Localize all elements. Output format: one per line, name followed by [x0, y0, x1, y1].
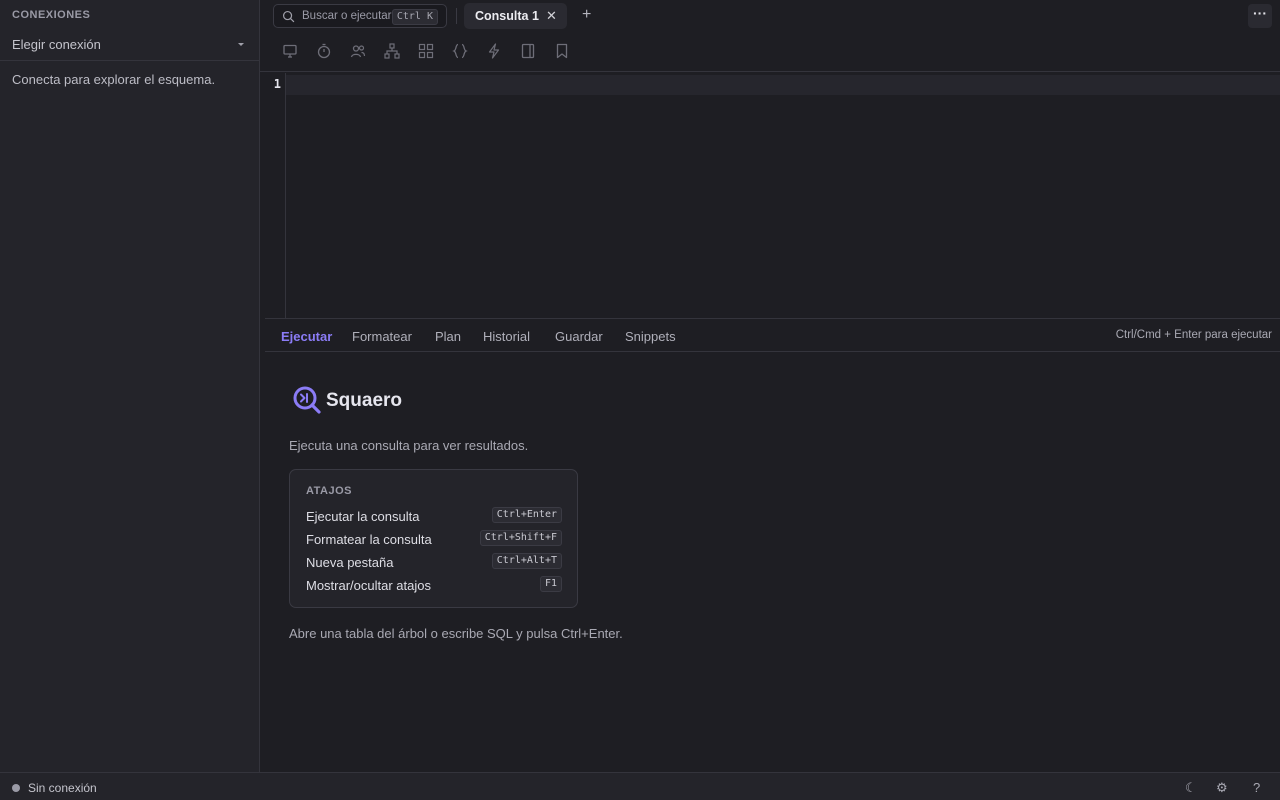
line-number: 1 — [273, 77, 281, 91]
run-hint: Ctrl/Cmd + Enter para ejecutar — [1115, 329, 1272, 341]
bookmark-icon[interactable] — [553, 42, 571, 60]
users-icon[interactable] — [349, 42, 367, 60]
shortcuts-card: ATAJOS Ejecutar la consulta Ctrl+Enter F… — [289, 469, 578, 608]
gear-icon[interactable]: ⚙ — [1216, 780, 1228, 796]
add-tab-button[interactable]: + — [582, 5, 591, 25]
results-footer-message: Abre una tabla del árbol o escribe SQL y… — [289, 626, 623, 641]
line-gutter: 1 — [265, 73, 286, 319]
shortcut-keys: F1 — [539, 576, 562, 592]
sql-editor[interactable]: 1 — [265, 73, 1280, 319]
tab-formatear[interactable]: Formatear — [352, 329, 412, 344]
logo-icon — [293, 386, 321, 414]
sidebar: CONEXIONES Elegir conexión Conecta para … — [0, 0, 260, 772]
braces-icon[interactable] — [451, 42, 469, 60]
tab-snippets[interactable]: Snippets — [625, 329, 676, 344]
hierarchy-icon[interactable] — [383, 42, 401, 60]
shortcut-row: Mostrar/ocultar atajos F1 — [306, 576, 562, 594]
shortcut-label: Mostrar/ocultar atajos — [306, 578, 431, 593]
search-placeholder: Buscar o ejecutar — [302, 10, 392, 22]
tab-divider — [456, 8, 457, 24]
help-icon[interactable]: ? — [1253, 780, 1260, 795]
timer-icon[interactable] — [315, 42, 333, 60]
app: CONEXIONES Elegir conexión Conecta para … — [0, 0, 1280, 800]
connection-select-label: Elegir conexión — [12, 37, 101, 52]
results-empty-message: Ejecuta una consulta para ver resultados… — [289, 438, 529, 453]
shortcut-row: Ejecutar la consulta Ctrl+Enter — [306, 507, 562, 525]
results-tabbar: Ejecutar Formatear Plan Historial Guarda… — [265, 319, 1280, 352]
search-shortcut: Ctrl K — [391, 9, 438, 25]
shortcut-label: Formatear la consulta — [306, 532, 432, 547]
brand-name: Squaero — [326, 390, 403, 411]
tab-consulta-1[interactable]: Consulta 1 ✕ — [464, 3, 567, 29]
topbar: Buscar o ejecutar Ctrl K Consulta 1 ✕ + … — [260, 0, 1280, 32]
moon-icon[interactable]: ☾ — [1185, 780, 1197, 796]
more-options-button[interactable]: ··· — [1248, 4, 1272, 28]
status-dot — [12, 784, 20, 792]
schema-empty-message: Conecta para explorar el esquema. — [12, 72, 216, 87]
statusbar: Sin conexión ☾ ⚙ ? — [0, 772, 1280, 800]
shortcut-keys: Ctrl+Alt+T — [491, 553, 562, 569]
chevron-down-icon — [238, 43, 244, 46]
connection-select[interactable]: Elegir conexión — [0, 30, 259, 61]
shortcut-row: Nueva pestaña Ctrl+Alt+T — [306, 553, 562, 571]
grid-icon[interactable] — [417, 42, 435, 60]
shortcut-keys: Ctrl+Enter — [491, 507, 562, 523]
shortcut-row: Formatear la consulta Ctrl+Shift+F — [306, 530, 562, 548]
search-icon — [282, 10, 295, 23]
tab-ejecutar[interactable]: Ejecutar — [281, 329, 332, 344]
close-icon[interactable]: ✕ — [546, 8, 557, 24]
connection-status: Sin conexión — [28, 781, 97, 795]
shortcut-keys: Ctrl+Shift+F — [479, 530, 562, 546]
sidebar-panel-icon[interactable] — [519, 42, 537, 60]
active-line[interactable] — [286, 75, 1280, 95]
search-input[interactable]: Buscar o ejecutar Ctrl K — [273, 4, 447, 28]
tab-label: Consulta 1 — [475, 9, 539, 23]
editor-toolbar — [260, 32, 1280, 72]
shortcut-label: Ejecutar la consulta — [306, 509, 420, 524]
tab-plan[interactable]: Plan — [435, 329, 461, 344]
shortcut-label: Nueva pestaña — [306, 555, 394, 570]
tab-historial[interactable]: Historial — [483, 329, 530, 344]
bolt-icon[interactable] — [485, 42, 503, 60]
sidebar-title: CONEXIONES — [12, 9, 91, 21]
shortcuts-title: ATAJOS — [306, 485, 352, 497]
monitor-icon[interactable] — [281, 42, 299, 60]
tab-guardar[interactable]: Guardar — [555, 329, 603, 344]
